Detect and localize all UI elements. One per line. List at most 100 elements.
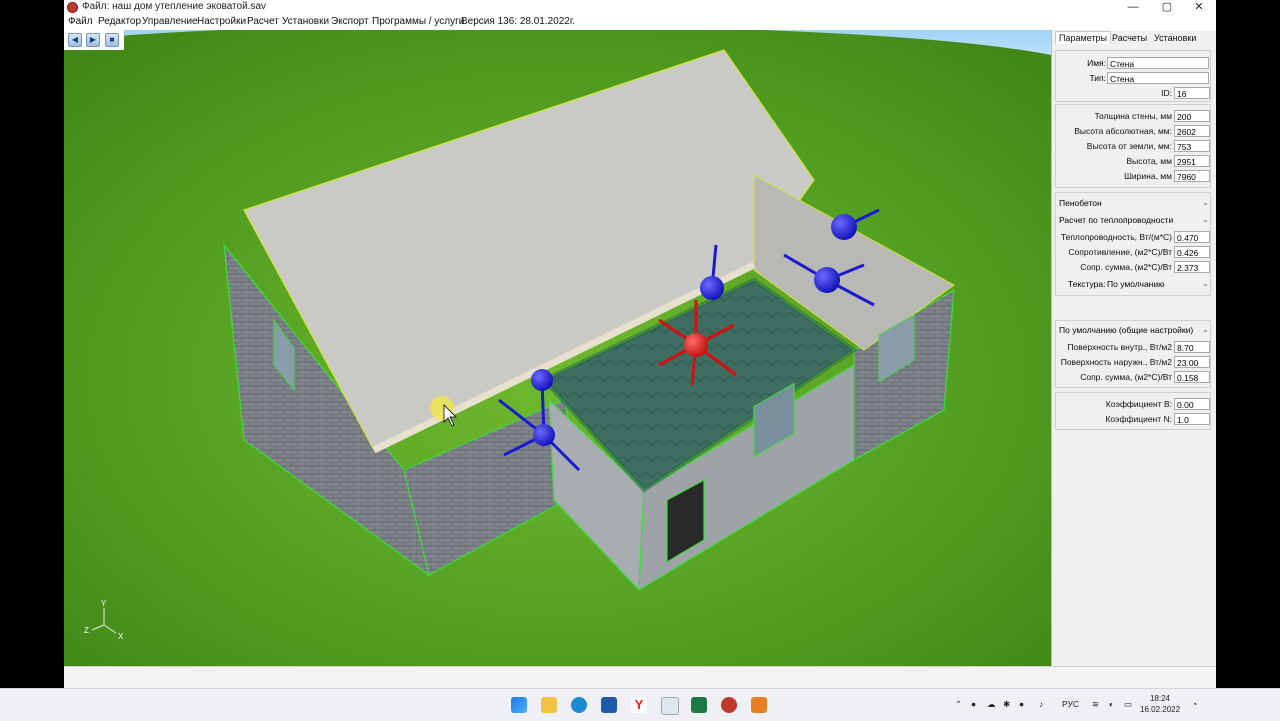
- texture-select[interactable]: По умолчанию ⌄: [1107, 279, 1209, 289]
- thickness-field[interactable]: 200: [1174, 110, 1210, 122]
- chevron-up-icon[interactable]: ⌃: [955, 699, 962, 710]
- window-title: Файл: наш дом утепление эковатой.sav: [82, 1, 267, 12]
- forward-arrow-icon[interactable]: ▶: [86, 33, 100, 47]
- maximize-button[interactable]: ▢: [1151, 0, 1183, 15]
- width-label: Ширина, мм: [1124, 171, 1172, 181]
- abs-height-label: Высота абсолютная, мм:: [1074, 126, 1172, 136]
- abs-height-field[interactable]: 2602: [1174, 125, 1210, 137]
- coeff-b-row: Коэффициент В: 0.00: [1056, 398, 1212, 412]
- texture-label: Текстура:: [1068, 279, 1106, 289]
- excel-icon[interactable]: [691, 697, 707, 713]
- back-arrow-icon[interactable]: ◀: [68, 33, 82, 47]
- conductivity-field[interactable]: 0.470: [1174, 231, 1210, 243]
- ground-height-field[interactable]: 753: [1174, 140, 1210, 152]
- surface-preset-value: По умолчанию (общие настройки): [1059, 325, 1194, 335]
- resistance-sum-row: Сопр. сумма, (м2*С)/Вт 2.373: [1056, 261, 1212, 275]
- coeff-n-field[interactable]: 1.0: [1174, 413, 1210, 425]
- clock-time: 18:24: [1149, 694, 1171, 703]
- scene-canvas[interactable]: Y Z X: [64, 30, 1051, 666]
- save-icon[interactable]: ■: [105, 33, 119, 47]
- abs-height-row: Высота абсолютная, мм: 2602: [1056, 125, 1212, 139]
- menu-install[interactable]: Установки: [282, 16, 329, 27]
- app-taskbar-icon[interactable]: [721, 697, 737, 713]
- geometry-group: Толщина стены, мм 200 Высота абсолютная,…: [1055, 104, 1211, 188]
- material-select[interactable]: Пенобетон ⌄: [1059, 196, 1209, 210]
- surface-group: По умолчанию (общие настройки) ⌄ Поверхн…: [1055, 320, 1211, 388]
- menu-export[interactable]: Экспорт: [331, 16, 369, 27]
- yandex-browser-icon[interactable]: Y: [631, 697, 647, 713]
- menu-file[interactable]: Файл: [68, 16, 93, 27]
- windows-start-icon[interactable]: [511, 697, 527, 713]
- close-button[interactable]: ✕: [1183, 0, 1215, 15]
- coeff-b-field[interactable]: 0.00: [1174, 398, 1210, 410]
- height-row: Высота, мм 2951: [1056, 155, 1212, 169]
- clock[interactable]: 18:24 16.02.2022: [1140, 693, 1180, 715]
- name-field[interactable]: Стена: [1107, 57, 1209, 69]
- volume-icon[interactable]: ◖: [1108, 699, 1113, 709]
- store-icon[interactable]: [601, 697, 617, 713]
- 3d-viewport[interactable]: Y Z X: [64, 30, 1051, 666]
- tab-parameters[interactable]: Параметры: [1055, 31, 1111, 44]
- tab-calculations[interactable]: Расчеты: [1112, 33, 1147, 43]
- texture-row: Текстура: По умолчанию ⌄: [1056, 278, 1212, 292]
- tray-app-icon[interactable]: ●: [971, 699, 976, 709]
- tab-settings[interactable]: Установки: [1154, 33, 1196, 43]
- microphone-icon[interactable]: ♪: [1039, 699, 1043, 709]
- calc-mode-select[interactable]: Расчет по теплопроводности ⌄: [1059, 213, 1209, 227]
- id-label: ID:: [1161, 88, 1172, 98]
- resistance-sum-field[interactable]: 2.373: [1174, 261, 1210, 273]
- battery-icon[interactable]: ▭: [1124, 699, 1132, 710]
- menu-editor[interactable]: Редактор: [98, 16, 141, 27]
- resistance-field[interactable]: 0.426: [1174, 246, 1210, 258]
- thickness-label: Толщина стены, мм: [1094, 111, 1172, 121]
- name-label: Имя:: [1087, 58, 1106, 68]
- conductivity-label: Теплопроводность, Вт/(м*С): [1060, 232, 1172, 242]
- thickness-row: Толщина стены, мм 200: [1056, 110, 1212, 124]
- cloud-icon[interactable]: ☁: [987, 699, 996, 710]
- menu-calc[interactable]: Расчет: [247, 16, 279, 27]
- notepad-icon[interactable]: [661, 697, 679, 715]
- texture-value: По умолчанию: [1107, 279, 1165, 289]
- type-field[interactable]: Стена: [1107, 72, 1209, 84]
- surface-out-field[interactable]: 23.00: [1174, 356, 1210, 368]
- bluetooth-icon[interactable]: ✱: [1003, 699, 1010, 710]
- calc-mode-value: Расчет по теплопроводности: [1059, 215, 1174, 225]
- surface-out-row: Поверхность наружн., Вт/м2 23.00: [1056, 356, 1212, 370]
- properties-panel: Параметры Расчеты Установки Имя: Стена Т…: [1051, 30, 1216, 666]
- chevron-down-icon: ⌄: [1202, 198, 1209, 207]
- conductivity-row: Теплопроводность, Вт/(м*С) 0.470: [1056, 231, 1212, 245]
- notifications-icon[interactable]: ◔: [1192, 699, 1197, 709]
- minimize-button[interactable]: —: [1117, 0, 1149, 15]
- surface-out-label: Поверхность наружн., Вт/м2: [1060, 357, 1172, 367]
- app-window: Файл: наш дом утепление эковатой.sav — ▢…: [64, 0, 1216, 688]
- menu-programs[interactable]: Программы / услуги: [372, 16, 464, 27]
- surface-in-label: Поверхность внутр., Вт/м2: [1067, 342, 1172, 352]
- identity-group: Имя: Стена Тип: Стена ID: 16: [1055, 50, 1211, 102]
- material-value: Пенобетон: [1059, 198, 1102, 208]
- coeff-n-label: Коэффициент N:: [1105, 414, 1172, 424]
- menu-settings[interactable]: Настройки: [197, 16, 246, 27]
- wifi-icon[interactable]: ≋: [1092, 699, 1099, 710]
- axis-y-label: Y: [101, 599, 107, 608]
- network-app-icon[interactable]: ●: [1019, 699, 1024, 709]
- toolbar: ◀ ▶ ■: [64, 30, 124, 50]
- chevron-down-icon: ⌄: [1202, 325, 1209, 334]
- menu-control[interactable]: Управление: [142, 16, 198, 27]
- axis-z-label: Z: [84, 626, 89, 635]
- type-row: Тип: Стена: [1056, 72, 1212, 86]
- image-app-icon[interactable]: [751, 697, 767, 713]
- surface-in-row: Поверхность внутр., Вт/м2 8.70: [1056, 341, 1212, 355]
- panel-tabs: Параметры Расчеты Установки: [1052, 30, 1216, 48]
- height-field[interactable]: 2951: [1174, 155, 1210, 167]
- clock-date: 16.02.2022: [1140, 705, 1181, 714]
- id-field[interactable]: 16: [1174, 87, 1210, 99]
- file-explorer-icon[interactable]: [541, 697, 557, 713]
- surface-in-field[interactable]: 8.70: [1174, 341, 1210, 353]
- language-indicator[interactable]: РУС: [1062, 699, 1079, 709]
- id-row: ID: 16: [1056, 87, 1212, 101]
- edge-browser-icon[interactable]: [571, 697, 587, 713]
- surface-sum-field[interactable]: 0.158: [1174, 371, 1210, 383]
- app-logo-icon: [67, 2, 78, 13]
- surface-preset-select[interactable]: По умолчанию (общие настройки) ⌄: [1059, 323, 1209, 337]
- width-field[interactable]: 7960: [1174, 170, 1210, 182]
